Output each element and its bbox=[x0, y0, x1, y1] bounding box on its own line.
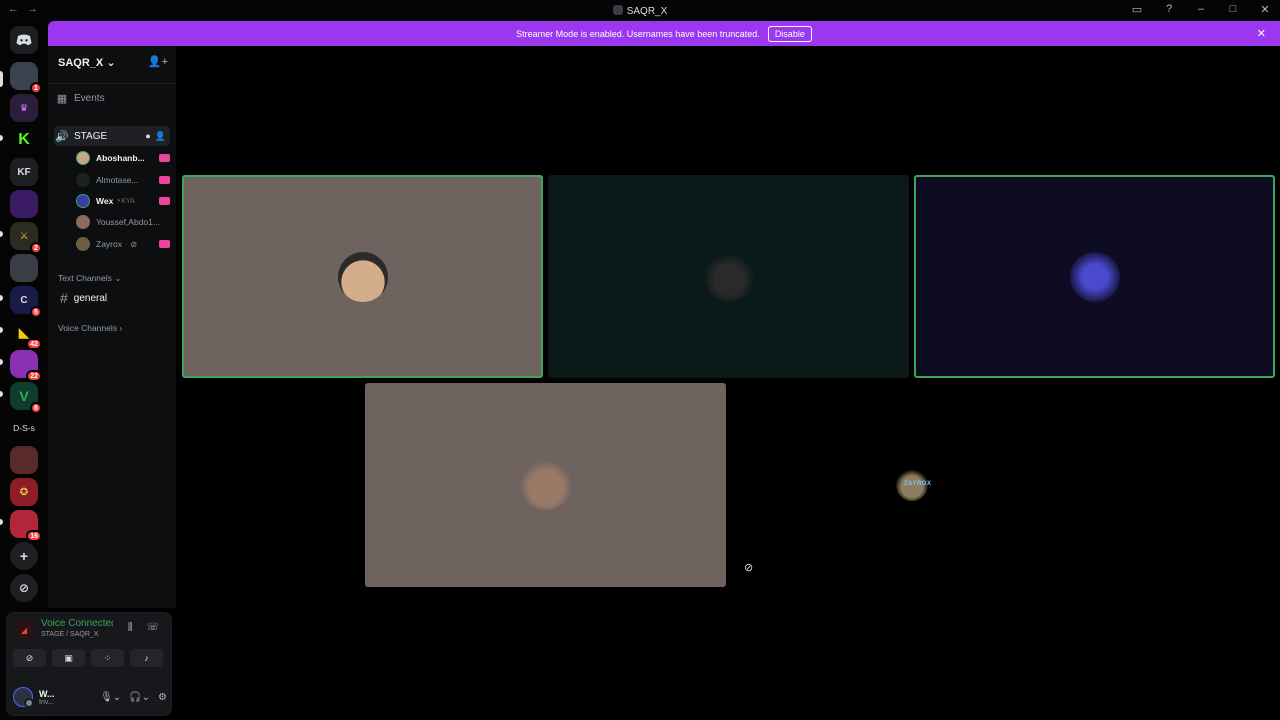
discover-icon[interactable]: ⊘ bbox=[10, 574, 38, 602]
window-title: SAQR_X bbox=[0, 5, 1280, 17]
member-item[interactable]: Wex ⚡KYA bbox=[76, 192, 170, 210]
voice-status: Voice Connected bbox=[41, 618, 113, 629]
user-area: W... Inv... 🎙⌄ 🎧⌄ ⚙ bbox=[13, 683, 167, 711]
avatar bbox=[520, 460, 571, 510]
member-item[interactable]: Aboshanb... bbox=[76, 149, 170, 167]
close-icon[interactable]: ✕ bbox=[1258, 3, 1272, 16]
hash-icon: # bbox=[60, 290, 68, 306]
add-member-icon[interactable]: 👤 bbox=[155, 131, 166, 142]
streaming-icon bbox=[159, 176, 170, 184]
member-item[interactable]: Youssef,Abdo1... bbox=[76, 213, 170, 231]
avatar bbox=[703, 251, 754, 302]
avatar bbox=[76, 237, 90, 251]
calendar-icon: ▦ bbox=[56, 92, 68, 105]
voice-channels-category[interactable]: Voice Channels › bbox=[58, 323, 122, 333]
server-14-icon[interactable]: ✪ bbox=[10, 478, 38, 506]
avatar bbox=[76, 194, 90, 208]
server-kick-icon[interactable]: K bbox=[10, 126, 38, 154]
tile-wex[interactable] bbox=[914, 175, 1275, 378]
avatar bbox=[76, 173, 90, 187]
noise-suppression-icon[interactable]: ⫼ bbox=[128, 622, 133, 633]
voice-panel: ◢ Voice Connected STAGE / SAQR_X ⫼ ☏ ⊘ ▣… bbox=[6, 612, 172, 716]
banner-close-icon[interactable]: ✕ bbox=[1257, 27, 1266, 40]
disconnect-icon[interactable]: ☏ bbox=[146, 622, 159, 633]
channel-general[interactable]: # general bbox=[60, 290, 107, 306]
tile-aboshanb[interactable] bbox=[182, 175, 543, 378]
soundboard-button[interactable]: ♪ bbox=[130, 649, 163, 667]
activities-button[interactable]: ⁘ bbox=[91, 649, 124, 667]
avatar[interactable] bbox=[13, 687, 34, 708]
events-link[interactable]: ▦ Events bbox=[54, 88, 170, 108]
maximize-icon[interactable]: □ bbox=[1226, 3, 1240, 16]
streaming-icon bbox=[159, 197, 170, 205]
screen-share-button[interactable]: ▣ bbox=[52, 649, 85, 667]
video-off-icon: ⊘ bbox=[744, 562, 754, 574]
discord-home-icon[interactable] bbox=[10, 26, 38, 54]
stage-icon: 🔊 bbox=[55, 130, 69, 143]
tile-almotase[interactable] bbox=[548, 175, 909, 378]
avatar bbox=[76, 215, 90, 229]
add-server-icon[interactable]: + bbox=[10, 542, 38, 570]
disable-button[interactable]: Disable bbox=[767, 25, 812, 42]
avatar bbox=[76, 151, 90, 165]
divider bbox=[48, 83, 176, 84]
tile-zayrox[interactable]: ZAYROX ⊘ bbox=[731, 383, 1092, 587]
minimize-icon[interactable]: – bbox=[1194, 3, 1208, 16]
avatar bbox=[337, 251, 388, 302]
server-2-icon[interactable]: ♛ bbox=[10, 94, 38, 122]
server-dss-icon[interactable]: D-S-s bbox=[10, 414, 38, 442]
headphones-icon[interactable]: 🎧⌄ bbox=[129, 692, 150, 703]
server-7-icon[interactable] bbox=[10, 254, 38, 282]
avatar bbox=[1069, 251, 1120, 302]
stage-area: ZAYROX ⊘ bbox=[176, 46, 1280, 720]
server-5-icon[interactable] bbox=[10, 190, 38, 218]
title-bar: ← → SAQR_X ▭ ? – □ ✕ bbox=[0, 0, 1280, 21]
help-icon[interactable]: ? bbox=[1162, 3, 1176, 16]
server-1-icon[interactable]: 1 bbox=[10, 62, 42, 94]
streamer-mode-banner: Streamer Mode is enabled. Usernames have… bbox=[48, 21, 1280, 46]
zayrox-logo-text: ZAYROX bbox=[904, 481, 932, 487]
streaming-icon bbox=[159, 154, 170, 162]
video-off-icon: ⊘ bbox=[130, 239, 138, 249]
invite-people-icon[interactable]: 👤+ bbox=[148, 55, 168, 68]
member-item[interactable]: Almotase... bbox=[76, 171, 170, 189]
server-icon bbox=[612, 5, 623, 15]
banner-text: Streamer Mode is enabled. Usernames have… bbox=[516, 28, 760, 39]
channel-sidebar: SAQR_X ⌄ 👤+ ▦ Events 🔊 STAGE ● 👤 Aboshan… bbox=[48, 46, 176, 608]
microphone-icon[interactable]: 🎙⌄ bbox=[100, 692, 121, 703]
inbox-icon[interactable]: ▭ bbox=[1130, 3, 1144, 16]
server-8-icon[interactable]: C5 bbox=[10, 286, 42, 318]
server-10-icon[interactable]: 22 bbox=[10, 350, 42, 382]
streaming-icon bbox=[159, 240, 170, 248]
server-9-icon[interactable]: ◣ 42 bbox=[10, 318, 42, 350]
server-13-icon[interactable] bbox=[10, 446, 38, 474]
server-6-icon[interactable]: ⚔ 2 bbox=[10, 222, 42, 254]
stage-channel[interactable]: 🔊 STAGE ● 👤 bbox=[54, 126, 170, 146]
camera-off-button[interactable]: ⊘ bbox=[13, 649, 46, 667]
tile-youssef[interactable] bbox=[365, 383, 726, 587]
voice-signal-icon: ◢ bbox=[15, 621, 33, 639]
gear-icon[interactable]: ⚙ bbox=[158, 692, 167, 703]
text-channels-category[interactable]: Text Channels ⌄ bbox=[58, 273, 121, 284]
voice-location[interactable]: STAGE / SAQR_X bbox=[41, 631, 98, 638]
member-item[interactable]: Zayrox · ⊘ bbox=[76, 235, 170, 253]
server-11-icon[interactable]: V8 bbox=[10, 382, 42, 414]
server-15-icon[interactable]: 16 bbox=[10, 510, 42, 542]
chevron-down-icon: ⌄ bbox=[106, 57, 116, 69]
chat-bubble-icon[interactable]: ● bbox=[145, 131, 150, 142]
server-name-header[interactable]: SAQR_X ⌄ bbox=[58, 56, 116, 69]
server-kf-icon[interactable]: KF bbox=[10, 158, 38, 186]
